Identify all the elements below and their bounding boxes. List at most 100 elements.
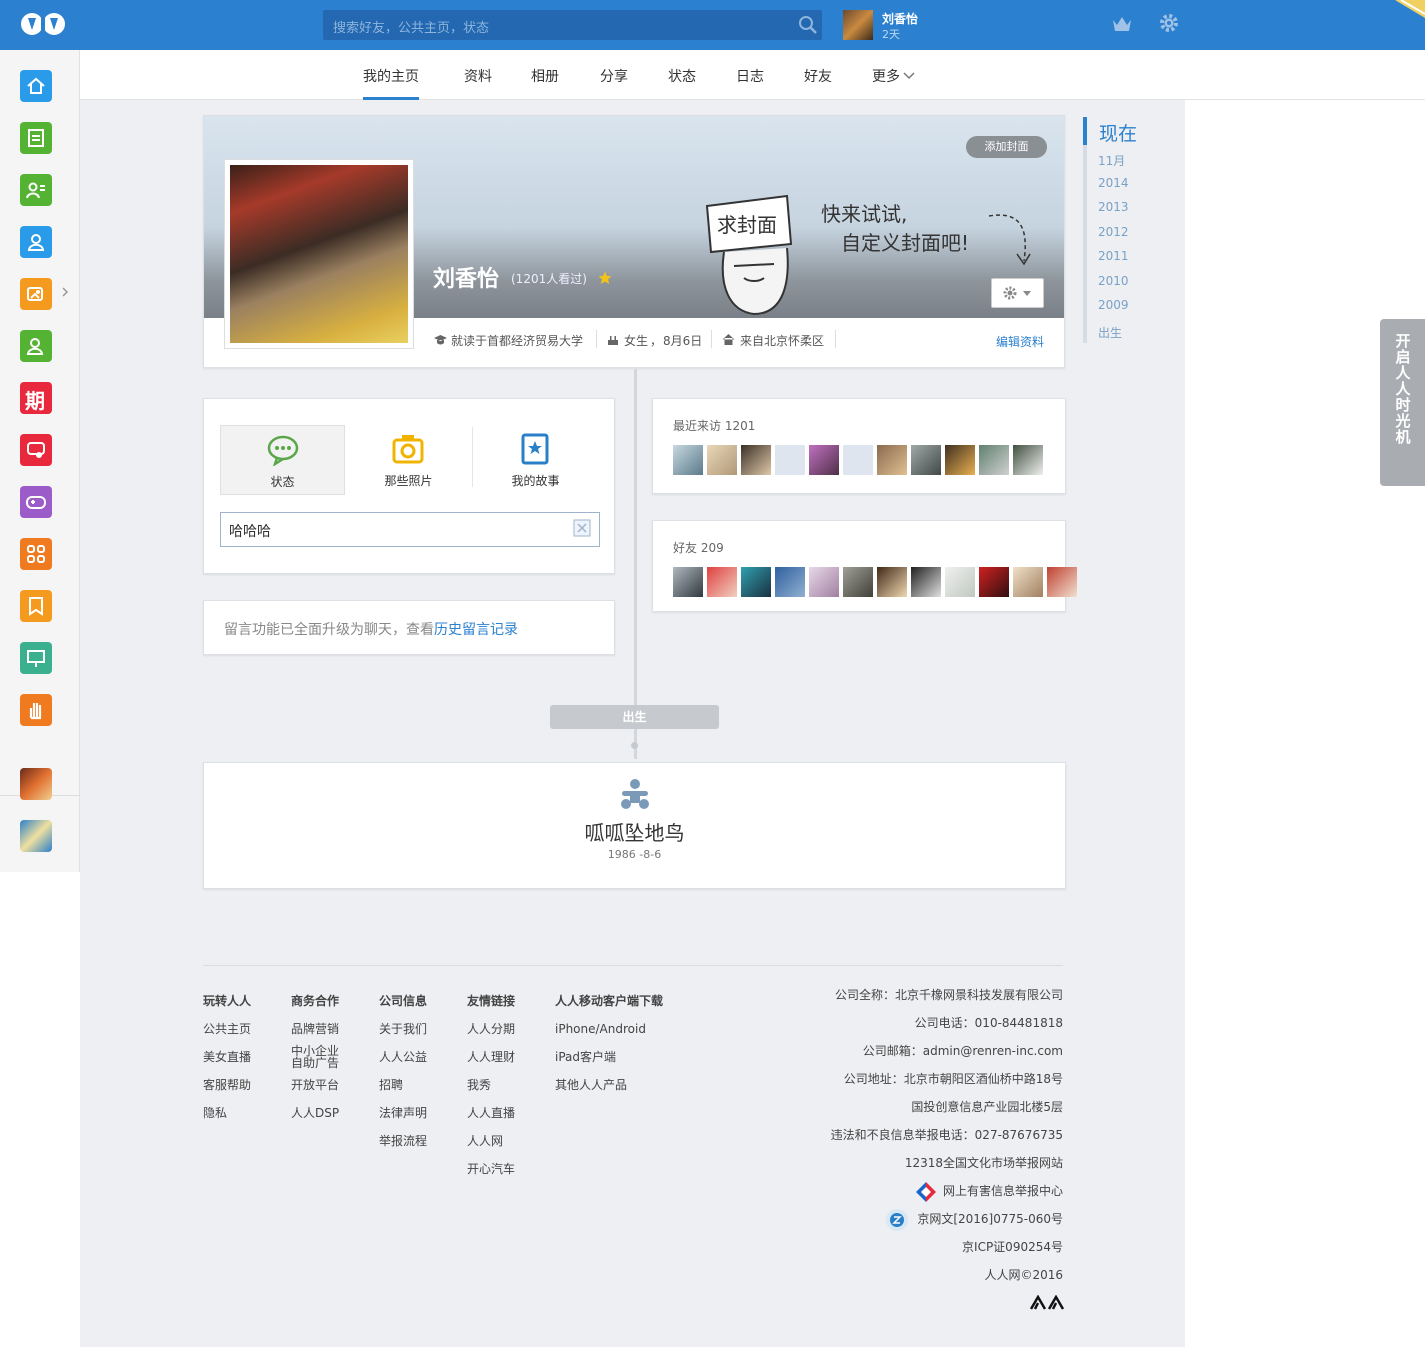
footer-link[interactable]: 法律声明 [379, 1099, 427, 1127]
add-cover-button[interactable]: 添加封面 [966, 136, 1047, 158]
friend-avatar[interactable] [673, 567, 703, 597]
publisher-tab-status[interactable]: 状态 [220, 425, 345, 495]
timeline-nav-now[interactable]: 现在 [1099, 119, 1137, 146]
tab-shares[interactable]: 分享 [600, 66, 628, 86]
cover-settings-button[interactable] [991, 278, 1044, 308]
friend-avatar[interactable] [775, 567, 805, 597]
chevron-down-icon[interactable] [903, 72, 915, 80]
visitor-avatar[interactable] [877, 445, 907, 475]
visitor-avatar[interactable] [673, 445, 703, 475]
visitor-avatar[interactable] [1013, 445, 1043, 475]
visitor-avatar[interactable] [809, 445, 839, 475]
friend-avatar[interactable] [1047, 567, 1077, 597]
gear-icon[interactable] [1158, 12, 1180, 34]
card-game-icon[interactable] [20, 820, 52, 852]
sidebar-issue-button[interactable]: 期 [20, 382, 52, 414]
sidebar-home-button[interactable] [20, 70, 52, 102]
footer-link[interactable]: 人人DSP [291, 1099, 341, 1127]
tab-albums[interactable]: 相册 [531, 66, 559, 86]
publisher-tab-story[interactable]: 我的故事 [473, 425, 598, 495]
user-avatar[interactable] [843, 10, 873, 40]
sidebar-newsfeed-button[interactable] [20, 122, 52, 154]
clear-input-icon[interactable] [573, 519, 591, 537]
footer-link[interactable]: 人人公益 [379, 1043, 427, 1071]
footer-link[interactable]: 人人网 [467, 1127, 515, 1155]
footer-link[interactable]: 客服帮助 [203, 1071, 251, 1099]
friends-heading[interactable]: 好友 209 [673, 539, 724, 556]
footer-link[interactable]: 开放平台 [291, 1071, 341, 1099]
sidebar-profile-button[interactable] [20, 174, 52, 206]
crown-icon[interactable] [1111, 14, 1133, 34]
tab-blog[interactable]: 日志 [736, 66, 764, 86]
sidebar-photos-button[interactable] [20, 278, 52, 310]
tab-more[interactable]: 更多 [872, 66, 900, 86]
visitor-avatar[interactable] [775, 445, 805, 475]
footer-link[interactable]: 美女直播 [203, 1043, 251, 1071]
visitor-avatar[interactable] [945, 445, 975, 475]
footer-link[interactable]: 公共主页 [203, 1015, 251, 1043]
tab-profile-info[interactable]: 资料 [464, 66, 492, 86]
culture-report-link[interactable]: 12318全国文化市场举报网站 [831, 1149, 1063, 1177]
publisher-tab-photos[interactable]: 那些照片 [346, 425, 471, 495]
timeline-nav-item[interactable]: 11月 [1098, 152, 1125, 169]
timeline-birth-marker[interactable]: 出生 [550, 705, 719, 729]
timeline-nav-item[interactable]: 2009 [1098, 298, 1129, 312]
timeline-nav-item[interactable]: 2013 [1098, 200, 1129, 214]
visitor-avatar[interactable] [843, 445, 873, 475]
footer-link[interactable]: 人人分期 [467, 1015, 515, 1043]
tab-status[interactable]: 状态 [668, 66, 696, 86]
user-name[interactable]: 刘香怡 [882, 10, 918, 27]
time-machine-tab[interactable]: 开启人人时光机 [1380, 319, 1425, 486]
footer-link[interactable]: 我秀 [467, 1071, 515, 1099]
timeline-nav-item[interactable]: 出生 [1098, 324, 1122, 341]
friend-avatar[interactable] [911, 567, 941, 597]
visitor-avatar[interactable] [707, 445, 737, 475]
visitor-avatar[interactable] [741, 445, 771, 475]
renren-logo-icon[interactable] [18, 10, 68, 40]
footer-link[interactable]: 开心汽车 [467, 1155, 515, 1183]
sidebar-present-button[interactable] [20, 642, 52, 674]
visitor-avatar[interactable] [979, 445, 1009, 475]
harmful-info-report-link[interactable]: 网上有害信息举报中心 [831, 1177, 1063, 1205]
chevron-right-icon[interactable] [61, 287, 69, 297]
star-icon[interactable] [598, 271, 612, 285]
sidebar-apps-button[interactable] [20, 538, 52, 570]
visitor-avatar[interactable] [911, 445, 941, 475]
sidebar-contacts-button[interactable] [20, 330, 52, 362]
tab-friends[interactable]: 好友 [804, 66, 832, 86]
footer-link[interactable]: 品牌营销 [291, 1015, 341, 1043]
footer-link[interactable]: 招聘 [379, 1071, 427, 1099]
sidebar-bookmark-button[interactable] [20, 590, 52, 622]
friend-avatar[interactable] [1013, 567, 1043, 597]
sidebar-hand-button[interactable] [20, 694, 52, 726]
friend-avatar[interactable] [741, 567, 771, 597]
footer-link[interactable]: 人人直播 [467, 1099, 515, 1127]
game-avatar-icon[interactable] [20, 768, 52, 800]
visitors-heading[interactable]: 最近来访 1201 [673, 417, 755, 434]
search-input[interactable]: 搜索好友，公共主页，状态 [323, 10, 822, 40]
footer-link[interactable]: 中小企业 自助广告 [291, 1043, 341, 1071]
sidebar-message-button[interactable] [20, 434, 52, 466]
footer-link[interactable]: 关于我们 [379, 1015, 427, 1043]
timeline-nav-item[interactable]: 2014 [1098, 176, 1129, 190]
friend-avatar[interactable] [877, 567, 907, 597]
friend-avatar[interactable] [979, 567, 1009, 597]
friend-avatar[interactable] [945, 567, 975, 597]
search-icon[interactable] [798, 15, 818, 35]
edit-profile-link[interactable]: 编辑资料 [996, 333, 1044, 350]
friend-avatar[interactable] [843, 567, 873, 597]
footer-link[interactable]: 人人理财 [467, 1043, 515, 1071]
footer-link[interactable]: 其他人人产品 [555, 1071, 663, 1099]
friend-avatar[interactable] [809, 567, 839, 597]
message-history-link[interactable]: 历史留言记录 [434, 622, 518, 638]
profile-avatar[interactable] [224, 159, 414, 349]
friend-avatar[interactable] [707, 567, 737, 597]
footer-link[interactable]: 举报流程 [379, 1127, 427, 1155]
footer-link[interactable]: iPad客户端 [555, 1043, 663, 1071]
sidebar-game-button[interactable] [20, 486, 52, 518]
timeline-nav-item[interactable]: 2012 [1098, 225, 1129, 239]
status-input[interactable]: 哈哈哈 [220, 512, 600, 547]
icp-license[interactable]: 京ICP证090254号 [831, 1233, 1063, 1261]
sidebar-friends-button[interactable] [20, 226, 52, 258]
footer-link[interactable]: iPhone/Android [555, 1015, 663, 1043]
